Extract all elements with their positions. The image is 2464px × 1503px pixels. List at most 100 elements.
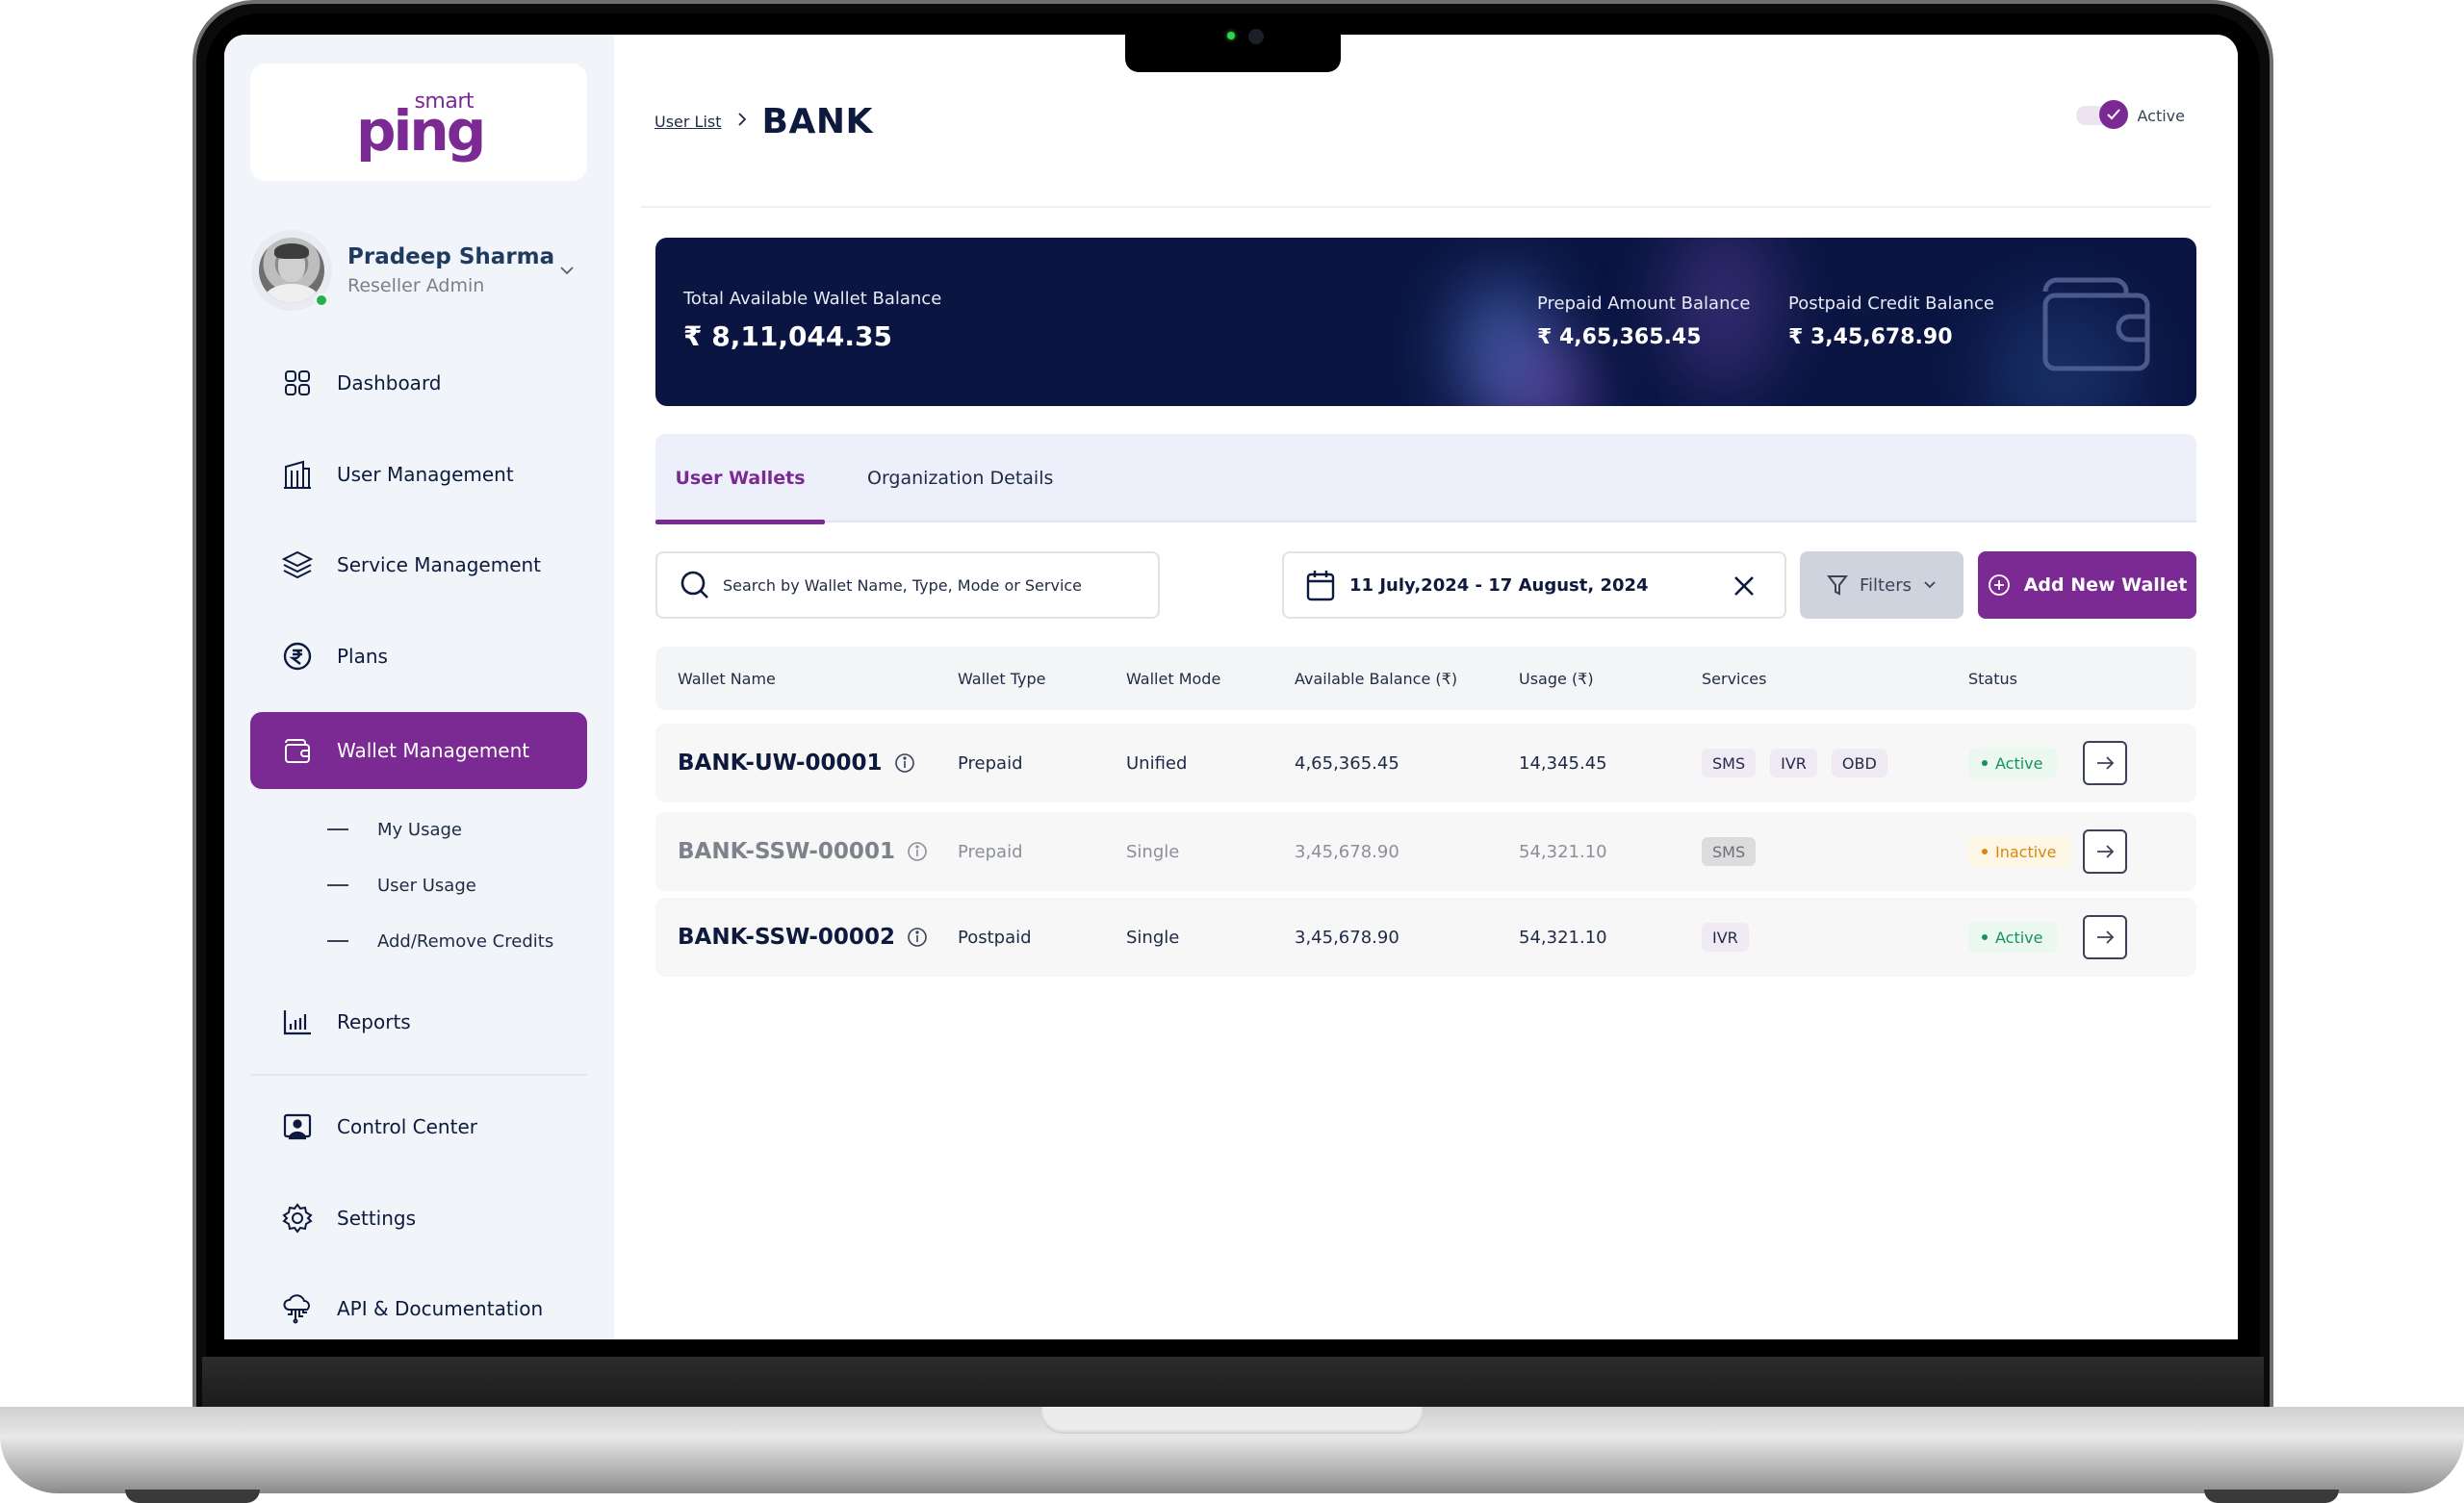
available-balance: 3,45,678.90 bbox=[1295, 841, 1399, 862]
wallet-mode: Single bbox=[1126, 841, 1180, 862]
postpaid-balance-value: ₹ 3,45,678.90 bbox=[1788, 325, 1953, 349]
tab-user-wallets[interactable]: User Wallets bbox=[655, 434, 825, 524]
sidebar-item-label: Control Center bbox=[337, 1115, 477, 1138]
filters-label: Filters bbox=[1860, 574, 1912, 596]
info-icon[interactable] bbox=[907, 841, 928, 862]
filter-icon bbox=[1827, 575, 1849, 596]
sidebar-subitem-my-usage[interactable]: My Usage bbox=[250, 810, 587, 849]
camera-indicator-light bbox=[1227, 32, 1235, 39]
breadcrumb-user-list-link[interactable]: User List bbox=[654, 113, 722, 131]
check-icon bbox=[2098, 100, 2128, 129]
column-header[interactable]: Services bbox=[1702, 647, 1766, 710]
wallet-type: Prepaid bbox=[958, 752, 1023, 774]
wallet-mode: Unified bbox=[1126, 752, 1188, 774]
column-header[interactable]: Wallet Mode bbox=[1126, 647, 1220, 710]
sidebar-item-user-management[interactable]: User Management bbox=[250, 436, 587, 513]
wallet-name[interactable]: BANK-SSW-00002 bbox=[678, 925, 895, 950]
search-input[interactable] bbox=[723, 575, 1146, 595]
grid-icon bbox=[281, 367, 314, 399]
available-balance: 4,65,365.45 bbox=[1295, 752, 1399, 774]
account-status-toggle[interactable]: Active bbox=[2075, 100, 2185, 129]
open-wallet-button[interactable] bbox=[2083, 829, 2127, 874]
sidebar-item-label: Settings bbox=[337, 1207, 417, 1230]
date-range-picker[interactable]: 11 July,2024 - 17 August, 2024 bbox=[1282, 551, 1786, 619]
rupee-circle-icon bbox=[281, 640, 314, 673]
services: IVR bbox=[1702, 898, 1763, 977]
tab-organization-details[interactable]: Organization Details bbox=[867, 434, 1053, 522]
building-icon bbox=[281, 458, 314, 491]
open-wallet-button[interactable] bbox=[2083, 915, 2127, 959]
column-header[interactable]: Wallet Type bbox=[958, 647, 1045, 710]
sidebar-subitem-add-remove-credits[interactable]: Add/Remove Credits bbox=[250, 922, 587, 960]
tab-bar: User Wallets Organization Details bbox=[655, 434, 2196, 524]
prepaid-balance-label: Prepaid Amount Balance bbox=[1537, 293, 1751, 314]
wallet-balance-banner: Total Available Wallet Balance ₹ 8,11,04… bbox=[655, 238, 2196, 406]
sidebar-item-label: User Management bbox=[337, 463, 514, 486]
usage: 54,321.10 bbox=[1519, 927, 1607, 948]
status-badge: Inactive bbox=[1968, 836, 2070, 867]
column-header[interactable]: Status bbox=[1968, 647, 2017, 710]
table-header: Wallet Name Wallet Type Wallet Mode Avai… bbox=[655, 647, 2196, 710]
column-header[interactable]: Usage (₹) bbox=[1519, 647, 1594, 710]
smartping-logo: smart ping bbox=[356, 84, 486, 164]
presenter-icon bbox=[281, 1110, 314, 1143]
filters-button[interactable]: Filters bbox=[1800, 551, 1964, 619]
services: SMS IVR OBD bbox=[1702, 724, 1902, 802]
arrow-right-icon bbox=[2097, 845, 2115, 858]
sidebar-item-settings[interactable]: Settings bbox=[250, 1180, 587, 1257]
status-badge: Active bbox=[1968, 922, 2057, 953]
open-wallet-button[interactable] bbox=[2083, 741, 2127, 785]
wallet-name[interactable]: BANK-SSW-00001 bbox=[678, 839, 895, 864]
wallet-name[interactable]: BANK-UW-00001 bbox=[678, 751, 883, 776]
laptop-foot-right bbox=[2204, 1490, 2339, 1503]
column-header[interactable]: Available Balance (₹) bbox=[1295, 647, 1457, 710]
toggle-track[interactable] bbox=[2075, 100, 2128, 129]
wallet-type: Prepaid bbox=[958, 841, 1023, 862]
prepaid-balance-value: ₹ 4,65,365.45 bbox=[1537, 325, 1702, 349]
logo-card[interactable]: smart ping bbox=[250, 64, 587, 181]
sidebar-item-wallet-management[interactable]: Wallet Management bbox=[250, 712, 587, 789]
user-profile[interactable]: Pradeep Sharma Reseller Admin bbox=[251, 227, 588, 314]
sidebar-item-dashboard[interactable]: Dashboard bbox=[250, 344, 587, 421]
chevron-down-icon[interactable] bbox=[559, 260, 575, 280]
service-chip: SMS bbox=[1702, 837, 1757, 866]
online-status-dot bbox=[315, 293, 328, 307]
column-header[interactable]: Wallet Name bbox=[678, 647, 776, 710]
sidebar-item-label: Wallet Management bbox=[337, 739, 530, 762]
sidebar: smart ping Pradeep Sharma Reseller Admin bbox=[224, 35, 614, 1339]
wallet-mode: Single bbox=[1126, 927, 1180, 948]
info-icon[interactable] bbox=[894, 752, 915, 774]
avatar bbox=[251, 230, 332, 311]
available-balance: 3,45,678.90 bbox=[1295, 927, 1399, 948]
wallets-table: Wallet Name Wallet Type Wallet Mode Avai… bbox=[655, 647, 2196, 977]
laptop-screen: smart ping Pradeep Sharma Reseller Admin bbox=[224, 35, 2238, 1339]
sidebar-subitem-user-usage[interactable]: User Usage bbox=[250, 866, 587, 904]
sidebar-item-plans[interactable]: Plans bbox=[250, 618, 587, 695]
table-row[interactable]: BANK-SSW-00001 Prepaid Single 3,45,678.9… bbox=[655, 812, 2196, 891]
breadcrumb: User List BANK bbox=[654, 102, 873, 141]
camera-lens bbox=[1248, 29, 1264, 44]
sidebar-item-api-documentation[interactable]: API & Documentation bbox=[250, 1270, 587, 1339]
postpaid-balance-label: Postpaid Credit Balance bbox=[1788, 293, 1994, 314]
add-new-wallet-button[interactable]: Add New Wallet bbox=[1978, 551, 2196, 619]
sidebar-subitem-label: Add/Remove Credits bbox=[377, 930, 554, 952]
close-icon[interactable] bbox=[1731, 573, 1758, 599]
date-range-value: 11 July,2024 - 17 August, 2024 bbox=[1349, 574, 1649, 596]
total-balance-value: ₹ 8,11,044.35 bbox=[683, 320, 892, 352]
wallet-icon bbox=[2042, 277, 2150, 371]
sidebar-item-reports[interactable]: Reports bbox=[250, 983, 587, 1060]
wallet-search[interactable] bbox=[655, 551, 1160, 619]
info-icon[interactable] bbox=[907, 927, 928, 948]
sidebar-item-control-center[interactable]: Control Center bbox=[250, 1088, 587, 1165]
table-row[interactable]: BANK-SSW-00002 Postpaid Single 3,45,678.… bbox=[655, 898, 2196, 977]
laptop-opening-notch bbox=[1041, 1407, 1423, 1434]
gear-icon bbox=[281, 1202, 314, 1235]
usage: 14,345.45 bbox=[1519, 752, 1607, 774]
sidebar-item-service-management[interactable]: Service Management bbox=[250, 526, 587, 603]
postpaid-balance: Postpaid Credit Balance ₹ 3,45,678.90 bbox=[1788, 293, 1994, 349]
avatar-photo bbox=[259, 238, 324, 303]
main-content: User List BANK Active Total Available Wa… bbox=[614, 35, 2238, 1339]
table-row[interactable]: BANK-UW-00001 Prepaid Unified 4,65,365.4… bbox=[655, 724, 2196, 802]
prepaid-balance: Prepaid Amount Balance ₹ 4,65,365.45 bbox=[1537, 293, 1750, 349]
logo-ping-text: ping bbox=[356, 98, 486, 164]
